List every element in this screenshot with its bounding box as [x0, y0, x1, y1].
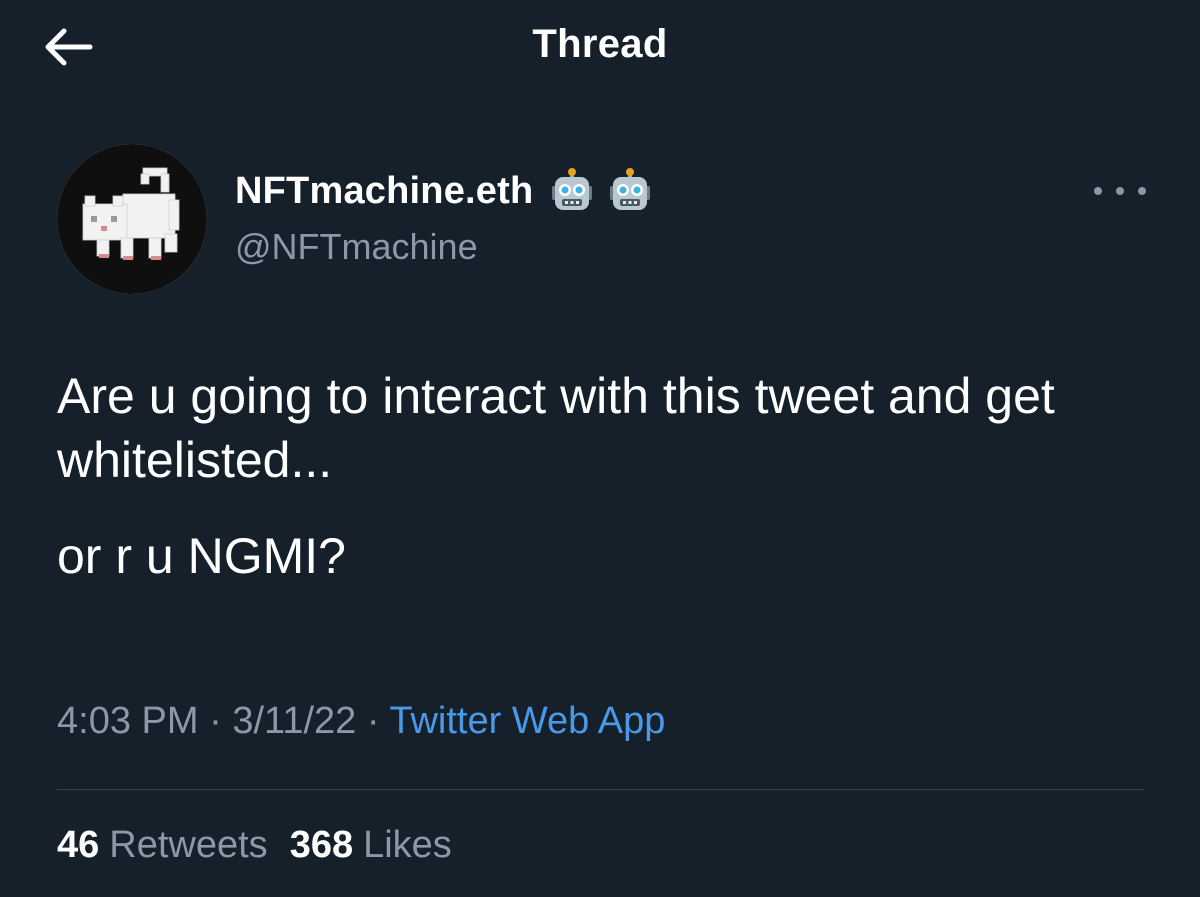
tweet-text: Are u going to interact with this tweet …	[57, 364, 1157, 588]
tweet-time[interactable]: 4:03 PM	[57, 700, 199, 742]
pixel-cat-avatar	[57, 144, 207, 294]
more-dots-icon	[1138, 187, 1146, 195]
likes-stat[interactable]: 368 Likes	[290, 824, 452, 866]
avatar[interactable]	[57, 144, 207, 294]
tweet-stats: 46 Retweets 368 Likes	[57, 824, 452, 867]
more-dots-icon	[1094, 187, 1102, 195]
tweet-paragraph: Are u going to interact with this tweet …	[57, 368, 1055, 488]
page-title: Thread	[532, 22, 668, 66]
divider	[57, 789, 1144, 790]
tweet-thread-screen: Thread NFTmachine.eth @NFTmachine Are u …	[0, 0, 1200, 897]
meta-separator: ·	[366, 700, 380, 742]
display-name[interactable]: NFTmachine.eth	[235, 170, 533, 213]
more-options-button[interactable]	[1094, 176, 1146, 206]
tweet-source-link[interactable]: Twitter Web App	[389, 700, 665, 742]
retweets-label: Retweets	[109, 824, 268, 866]
retweets-count: 46	[57, 824, 100, 866]
tweet-paragraph: or r u NGMI?	[57, 528, 346, 584]
author-name-row[interactable]: NFTmachine.eth	[235, 166, 653, 216]
header-bar: Thread	[0, 0, 1200, 96]
tweet-meta: 4:03 PM · 3/11/22 · Twitter Web App	[57, 700, 665, 743]
likes-count: 368	[289, 824, 354, 866]
likes-label: Likes	[363, 824, 452, 866]
meta-separator: ·	[209, 700, 222, 742]
more-dots-icon	[1116, 187, 1124, 195]
user-handle[interactable]: @NFTmachine	[235, 226, 478, 268]
robot-icon	[552, 168, 593, 210]
tweet-date[interactable]: 3/11/22	[232, 700, 356, 742]
retweets-stat[interactable]: 46 Retweets	[57, 824, 268, 866]
robot-icon	[610, 168, 651, 210]
